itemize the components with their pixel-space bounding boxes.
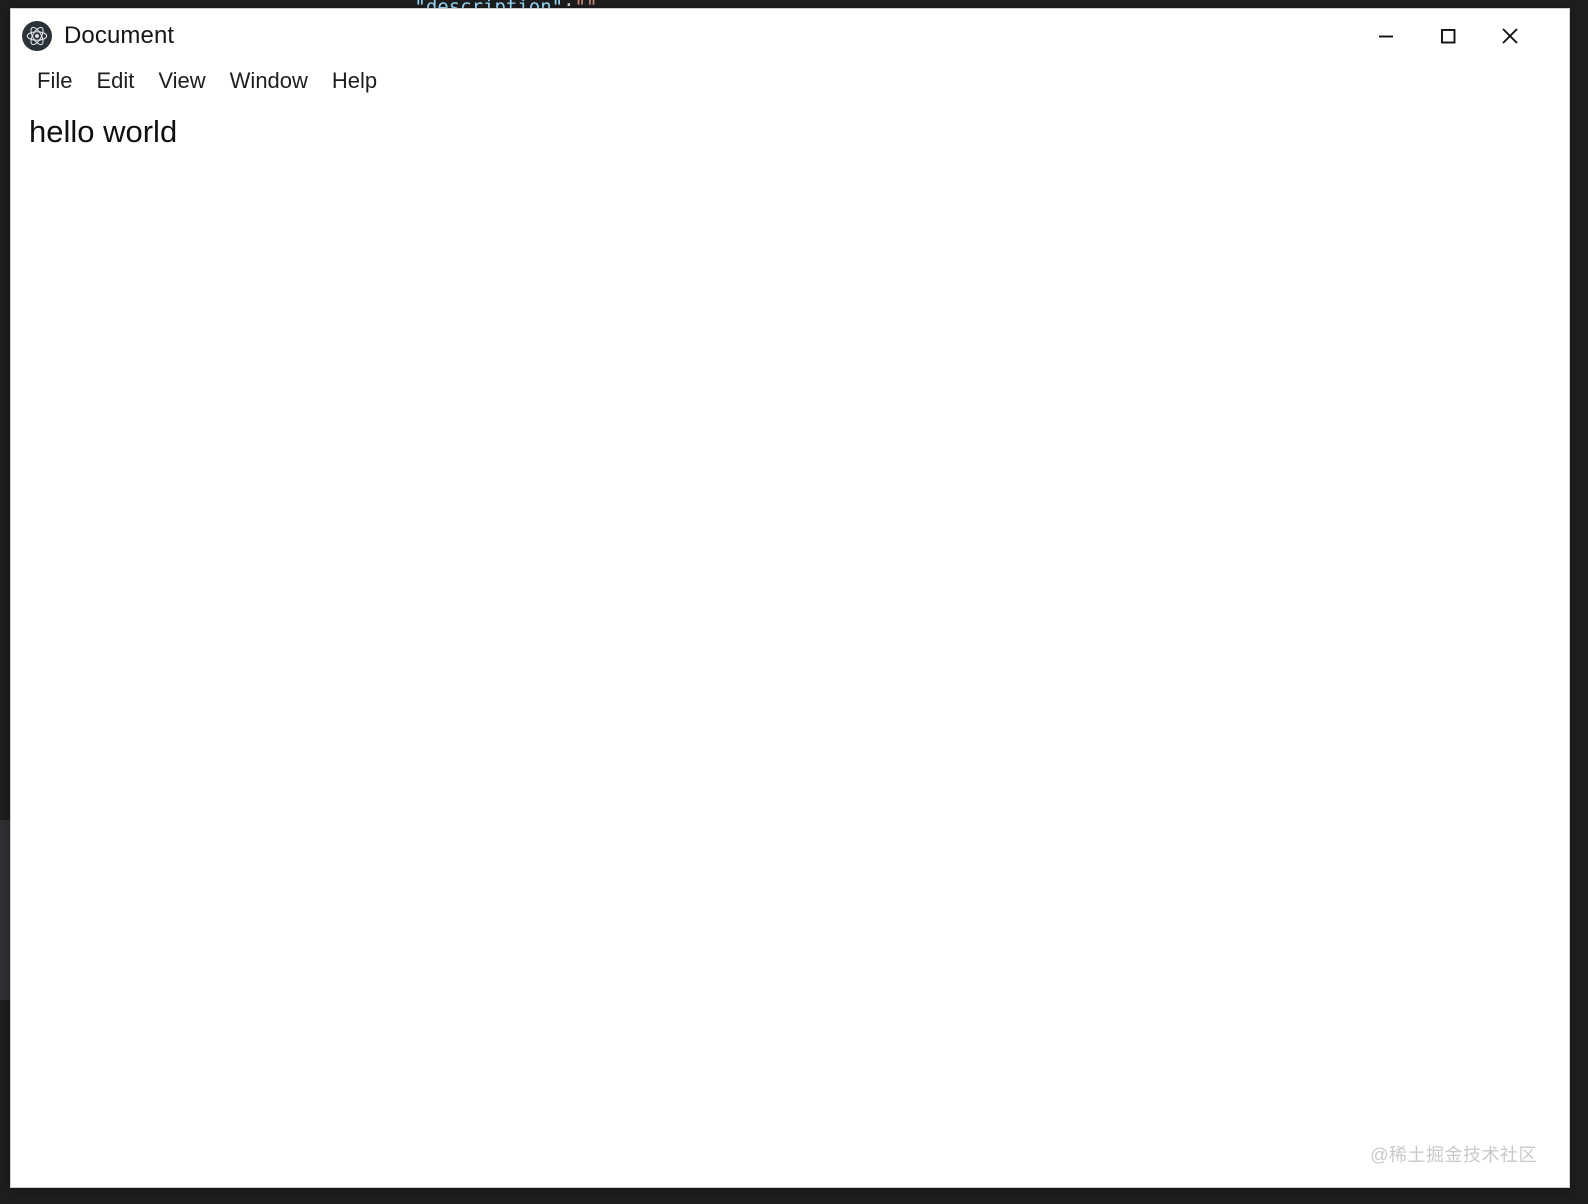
title-bar[interactable]: Document bbox=[11, 9, 1569, 63]
menu-item-view[interactable]: View bbox=[146, 66, 217, 96]
desktop-background: "description":"" Document File Edit View… bbox=[0, 0, 1588, 1204]
close-icon bbox=[1498, 24, 1522, 48]
window-controls-spacer bbox=[1541, 36, 1569, 37]
menu-item-help[interactable]: Help bbox=[320, 66, 389, 96]
application-window: Document File Edit View Window Help hell… bbox=[10, 8, 1570, 1188]
maximize-button[interactable] bbox=[1417, 9, 1479, 63]
watermark: @稀土掘金技术社区 bbox=[1370, 1145, 1537, 1165]
menu-item-file[interactable]: File bbox=[25, 66, 84, 96]
body-text: hello world bbox=[29, 114, 178, 149]
close-button[interactable] bbox=[1479, 9, 1541, 63]
minimize-button[interactable] bbox=[1355, 9, 1417, 63]
menu-item-edit[interactable]: Edit bbox=[84, 66, 146, 96]
menu-bar: File Edit View Window Help bbox=[11, 63, 1569, 99]
window-title: Document bbox=[64, 22, 175, 49]
minimize-icon bbox=[1375, 25, 1397, 47]
maximize-icon bbox=[1437, 25, 1459, 47]
window-controls bbox=[1355, 9, 1569, 63]
desktop-left-accent-strip bbox=[0, 820, 10, 1000]
document-content-area: hello world @稀土掘金技术社区 bbox=[11, 99, 1569, 1187]
electron-atom-icon bbox=[22, 21, 52, 51]
title-bar-left: Document bbox=[11, 21, 174, 51]
menu-item-window[interactable]: Window bbox=[218, 66, 320, 96]
